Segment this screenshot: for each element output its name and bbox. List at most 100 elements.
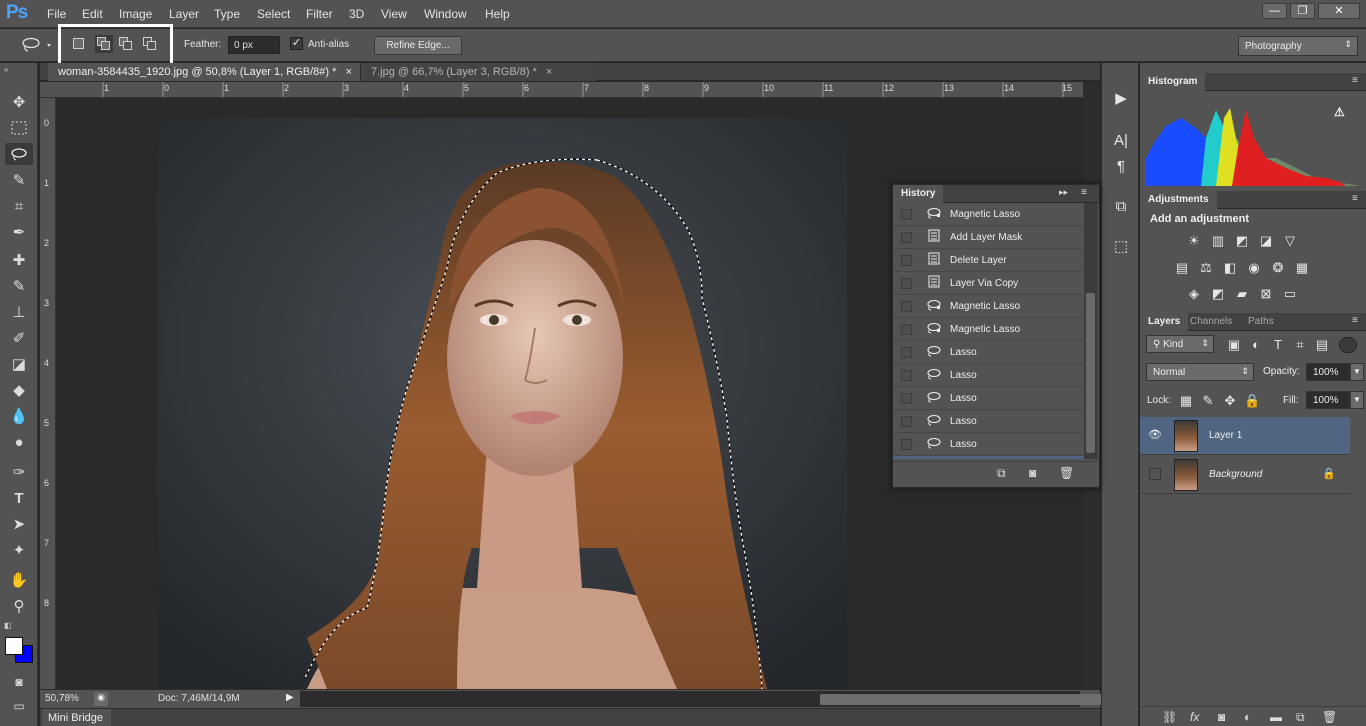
- history-tab[interactable]: History: [893, 185, 944, 203]
- group-icon[interactable]: ▬: [1270, 710, 1282, 724]
- blur-tool-icon[interactable]: 💧: [5, 405, 33, 427]
- lasso-tool-preset-icon[interactable]: [20, 37, 54, 53]
- canvas-horizontal-scrollbar[interactable]: [300, 691, 1118, 707]
- history-checkbox[interactable]: [901, 208, 912, 220]
- curves-icon[interactable]: ◩: [1234, 234, 1250, 248]
- filter-type-icon[interactable]: T: [1270, 338, 1286, 352]
- layer-style-icon[interactable]: fx: [1190, 710, 1199, 724]
- history-panel-icon[interactable]: ⧉: [1110, 195, 1132, 217]
- lock-all-icon[interactable]: 🔒: [1244, 394, 1260, 408]
- hand-tool-icon[interactable]: ✋: [5, 569, 33, 591]
- lock-transparent-icon[interactable]: ▦: [1178, 394, 1194, 408]
- quick-selection-tool-icon[interactable]: ✎: [5, 169, 33, 191]
- eraser-tool-icon[interactable]: ◪: [5, 353, 33, 375]
- menu-edit[interactable]: Edit: [82, 7, 103, 21]
- blend-mode-select[interactable]: Normal ⇕: [1146, 363, 1254, 381]
- menu-view[interactable]: View: [381, 7, 407, 21]
- play-icon[interactable]: ▶: [1110, 87, 1132, 109]
- move-tool-icon[interactable]: ✥: [5, 91, 33, 113]
- exposure-icon[interactable]: ◪: [1258, 234, 1274, 248]
- eye-icon[interactable]: 👁: [1148, 428, 1162, 442]
- menu-window[interactable]: Window: [424, 7, 467, 21]
- foreground-color-swatch[interactable]: [5, 637, 23, 655]
- lock-position-icon[interactable]: ✥: [1222, 394, 1238, 408]
- menu-file[interactable]: File: [47, 7, 66, 21]
- history-checkbox[interactable]: [901, 346, 912, 358]
- collapse-icon[interactable]: »: [4, 65, 8, 74]
- eyedropper-tool-icon[interactable]: ✒: [5, 221, 33, 243]
- layer-filter-select[interactable]: ⚲ Kind ⇕: [1146, 335, 1214, 353]
- type-tool-icon[interactable]: T: [5, 487, 33, 509]
- brush-tool-icon[interactable]: ✎: [5, 275, 33, 297]
- history-brush-tool-icon[interactable]: ✐: [5, 327, 33, 349]
- new-layer-icon[interactable]: ⧉: [1296, 710, 1305, 725]
- lock-image-icon[interactable]: ✎: [1200, 394, 1216, 408]
- link-layers-icon[interactable]: ⛓: [1162, 710, 1177, 724]
- character-icon[interactable]: A|: [1110, 129, 1132, 151]
- photo-filter-icon[interactable]: ◉: [1246, 261, 1262, 275]
- clone-stamp-tool-icon[interactable]: ⊥: [5, 301, 33, 323]
- trash-icon[interactable]: 🗑: [1059, 466, 1074, 480]
- history-item[interactable]: Lasso: [893, 433, 1083, 456]
- history-checkbox[interactable]: [901, 323, 912, 335]
- status-menu-arrow-icon[interactable]: ▶: [286, 692, 296, 706]
- refine-edge-button[interactable]: Refine Edge...: [374, 36, 462, 55]
- pen-tool-icon[interactable]: ✑: [5, 461, 33, 483]
- visibility-toggle[interactable]: [1149, 468, 1161, 480]
- history-checkbox[interactable]: [901, 392, 912, 404]
- mini-bridge-tab[interactable]: Mini Bridge: [42, 709, 112, 726]
- panel-menu-icon[interactable]: ≡: [1352, 193, 1358, 204]
- panel-menu-icon[interactable]: ≡: [1081, 187, 1087, 198]
- history-scrollbar[interactable]: [1084, 203, 1098, 459]
- history-item[interactable]: Magnetic Lasso: [893, 295, 1083, 318]
- chevron-down-icon[interactable]: ▼: [1350, 363, 1364, 381]
- default-colors-icon[interactable]: ◧: [4, 621, 14, 630]
- photo-canvas[interactable]: [157, 118, 847, 689]
- document-tab[interactable]: 7.jpg @ 66,7% (Layer 3, RGB/8) * ×: [360, 63, 596, 81]
- add-mask-icon[interactable]: ◙: [1218, 710, 1225, 724]
- history-item[interactable]: Lasso: [893, 410, 1083, 433]
- history-item[interactable]: Magnetic Lasso: [893, 203, 1083, 226]
- fill-input[interactable]: 100%: [1306, 391, 1350, 409]
- history-checkbox[interactable]: [901, 254, 912, 266]
- minimize-button[interactable]: —: [1262, 3, 1287, 19]
- history-item[interactable]: Add Layer Mask: [893, 226, 1083, 249]
- history-item[interactable]: Lasso: [893, 387, 1083, 410]
- layer-row-background[interactable]: Background 🔒: [1140, 456, 1350, 494]
- paragraph-icon[interactable]: ¶: [1110, 155, 1132, 177]
- menu-help[interactable]: Help: [485, 7, 510, 21]
- healing-brush-tool-icon[interactable]: ✚: [5, 249, 33, 271]
- share-icon[interactable]: ◉: [94, 692, 108, 706]
- crop-tool-icon[interactable]: ⌗: [5, 195, 33, 217]
- threshold-icon[interactable]: ▰: [1234, 287, 1250, 301]
- hue-saturation-icon[interactable]: ▤: [1174, 261, 1190, 275]
- histogram-tab[interactable]: Histogram: [1140, 73, 1206, 91]
- brightness-icon[interactable]: ☀: [1186, 234, 1202, 248]
- levels-icon[interactable]: ▥: [1210, 234, 1226, 248]
- antialias-checkbox[interactable]: ✓: [290, 37, 303, 50]
- scroll-thumb[interactable]: [1086, 293, 1095, 453]
- invert-icon[interactable]: ◈: [1186, 287, 1202, 301]
- paint-bucket-tool-icon[interactable]: ◆: [5, 379, 33, 401]
- zoom-level[interactable]: 50,78%: [45, 693, 79, 704]
- layers-tab[interactable]: Layers: [1140, 313, 1189, 331]
- gradient-map-icon[interactable]: ▭: [1282, 287, 1298, 301]
- chevron-down-icon[interactable]: ▼: [1350, 391, 1364, 409]
- adjustment-layer-icon[interactable]: ◐: [1244, 710, 1251, 724]
- filter-adjustment-icon[interactable]: ◐: [1248, 338, 1264, 352]
- menu-filter[interactable]: Filter: [306, 7, 333, 21]
- layer-row-layer-1[interactable]: 👁 Layer 1: [1140, 417, 1350, 455]
- snapshot-icon[interactable]: ◙: [1029, 466, 1036, 480]
- screen-mode-icon[interactable]: ▭: [5, 695, 33, 717]
- history-checkbox[interactable]: [901, 369, 912, 381]
- workspace-select[interactable]: Photography ⇕: [1238, 36, 1358, 56]
- history-checkbox[interactable]: [901, 231, 912, 243]
- color-balance-icon[interactable]: ⚖: [1198, 261, 1214, 275]
- close-button[interactable]: ✕: [1318, 3, 1360, 19]
- menu-type[interactable]: Type: [214, 7, 240, 21]
- filter-pixel-icon[interactable]: ▣: [1226, 338, 1242, 352]
- history-checkbox[interactable]: [901, 415, 912, 427]
- black-white-icon[interactable]: ◧: [1222, 261, 1238, 275]
- selective-color-icon[interactable]: ⊠: [1258, 287, 1274, 301]
- history-checkbox[interactable]: [901, 300, 912, 312]
